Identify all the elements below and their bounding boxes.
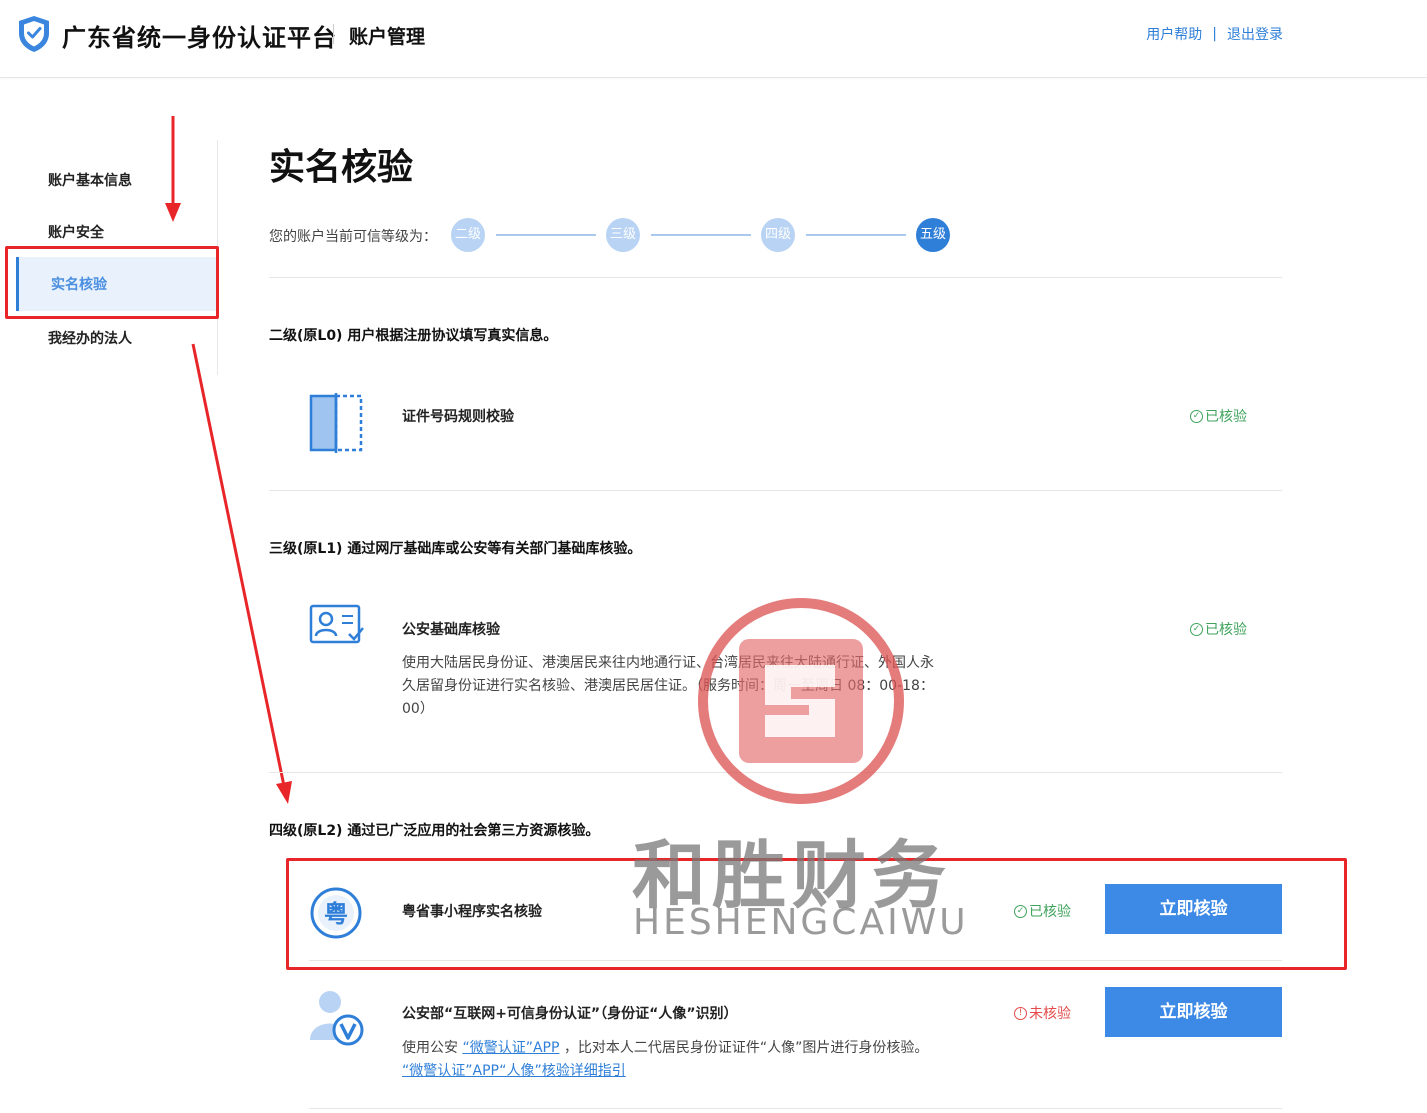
person-card-icon [309, 604, 364, 644]
step-connector [806, 234, 906, 236]
app-title: 广东省统一身份认证平台 [62, 24, 337, 52]
row-title: 公安基础库核验 [402, 622, 500, 638]
sidebar-item-basic-info[interactable]: 账户基本信息 [48, 170, 132, 190]
status-text: 未核验 [1029, 1006, 1071, 1022]
verify-now-button[interactable]: 立即核验 [1105, 987, 1282, 1037]
sidebar-item-legal-persons[interactable]: 我经办的法人 [48, 328, 132, 348]
divider [269, 490, 1282, 491]
help-link[interactable]: 用户帮助 [1146, 24, 1202, 44]
row-title: 证件号码规则校验 [402, 409, 514, 425]
step-connector [651, 234, 751, 236]
status-badge: ✓ 已核验 [1190, 619, 1247, 639]
status-text: 已核验 [1205, 622, 1247, 638]
step-level-4: 四级 [761, 218, 795, 252]
alert-circle-icon: ! [1014, 1006, 1027, 1020]
top-header: 广东省统一身份认证平台 账户管理 用户帮助 | 退出登录 [0, 0, 1427, 78]
row-description: 使用公安 “微警认证”APP ，比对本人二代居民身份证证件“人像”图片进行身份核… [402, 1037, 947, 1083]
level-heading: 四级(原L2) 通过已广泛应用的社会第三方资源核验。 [269, 823, 600, 839]
wechat-police-app-link[interactable]: “微警认证”APP [462, 1040, 559, 1056]
annotation-highlight-box [5, 246, 219, 319]
watermark-subtext: HESHENGCAIWU [633, 902, 969, 943]
id-card-icon [309, 393, 363, 453]
face-verify-icon [310, 991, 364, 1046]
sidebar-item-security[interactable]: 账户安全 [48, 222, 104, 242]
guide-link[interactable]: “微警认证”APP“人像”核验详细指引 [402, 1063, 626, 1079]
step-connector [496, 234, 596, 236]
page-title: 实名核验 [269, 147, 414, 188]
logout-link[interactable]: 退出登录 [1227, 24, 1283, 44]
row-title: 公安部“互联网+可信身份认证”（身份证“人像”识别） [402, 1006, 738, 1022]
step-level-2: 二级 [451, 218, 485, 252]
top-links: 用户帮助 | 退出登录 [1146, 24, 1283, 44]
section-title: 账户管理 [349, 26, 426, 48]
desc-text: 使用公安 [402, 1040, 458, 1056]
check-circle-icon: ✓ [1190, 409, 1203, 423]
divider [269, 772, 1282, 773]
level-heading: 三级(原L1) 通过网厅基础库或公安等有关部门基础库核验。 [269, 541, 642, 557]
status-badge: ! 未核验 [1014, 1003, 1071, 1023]
check-circle-icon: ✓ [1190, 622, 1203, 636]
shield-logo-icon [19, 16, 49, 52]
divider [269, 277, 1282, 278]
step-level-5: 五级 [916, 218, 950, 252]
level-heading: 二级(原L0) 用户根据注册协议填写真实信息。 [269, 328, 558, 344]
step-level-3: 三级 [606, 218, 640, 252]
status-badge: ✓ 已核验 [1190, 406, 1247, 426]
status-text: 已核验 [1205, 409, 1247, 425]
link-separator: | [1212, 26, 1217, 42]
title-divider [333, 24, 334, 44]
divider [309, 1108, 1282, 1109]
desc-text: ，比对本人二代居民身份证证件“人像”图片进行身份核验。 [563, 1040, 929, 1056]
row-description: 使用大陆居民身份证、港澳居民来往内地通行证、台湾居民来往大陆通行证、外国人永久居… [402, 655, 934, 717]
trust-level-label: 您的账户当前可信等级为： [269, 229, 437, 245]
